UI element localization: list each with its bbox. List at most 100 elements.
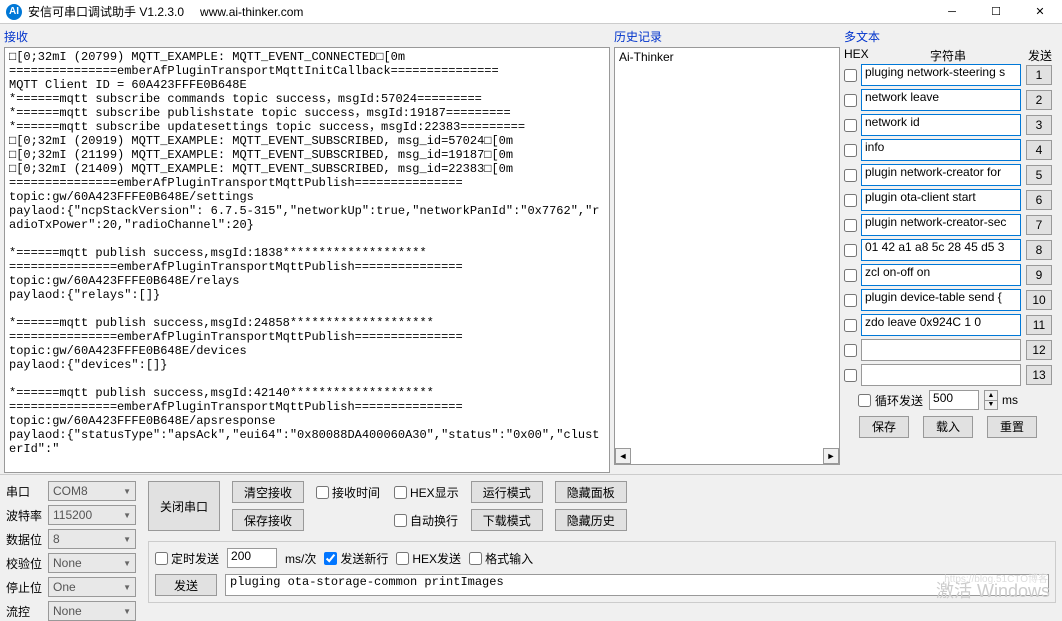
send-newline-checkbox[interactable] bbox=[324, 552, 337, 565]
window-title: 安信可串口调试助手 V1.2.3.0 bbox=[28, 3, 184, 20]
scroll-right-icon[interactable]: ► bbox=[823, 448, 839, 464]
multi-hex-checkbox[interactable] bbox=[844, 144, 857, 157]
hex-header: HEX bbox=[844, 47, 874, 64]
multi-send-button[interactable]: 9 bbox=[1026, 265, 1052, 285]
multi-send-button[interactable]: 5 bbox=[1026, 165, 1052, 185]
multi-text-input[interactable]: network leave bbox=[861, 89, 1021, 111]
close-port-button[interactable]: 关闭串口 bbox=[148, 481, 220, 531]
save-recv-button[interactable]: 保存接收 bbox=[232, 509, 304, 531]
multi-row: plugin ota-client start6 bbox=[844, 189, 1052, 211]
multi-row: 01 42 a1 a8 5c 28 45 d5 38 bbox=[844, 239, 1052, 261]
timed-send-checkbox[interactable] bbox=[155, 552, 168, 565]
send-button[interactable]: 发送 bbox=[155, 574, 217, 596]
reset-button[interactable]: 重置 bbox=[987, 416, 1037, 438]
load-button[interactable]: 载入 bbox=[923, 416, 973, 438]
multi-text-input[interactable]: plugin device-table send { bbox=[861, 289, 1021, 311]
multi-text-input[interactable]: plugin ota-client start bbox=[861, 189, 1021, 211]
multi-hex-checkbox[interactable] bbox=[844, 244, 857, 257]
recv-time-checkbox[interactable] bbox=[316, 486, 329, 499]
databits-select[interactable]: 8▼ bbox=[48, 529, 136, 549]
timed-interval-input[interactable]: 200 bbox=[227, 548, 277, 568]
flow-select[interactable]: None▼ bbox=[48, 601, 136, 621]
multi-send-button[interactable]: 2 bbox=[1026, 90, 1052, 110]
save-button[interactable]: 保存 bbox=[859, 416, 909, 438]
multi-send-button[interactable]: 12 bbox=[1026, 340, 1052, 360]
serial-port-select[interactable]: COM8▼ bbox=[48, 481, 136, 501]
multi-send-button[interactable]: 3 bbox=[1026, 115, 1052, 135]
parity-select[interactable]: None▼ bbox=[48, 553, 136, 573]
multi-text-input[interactable]: plugin network-creator for bbox=[861, 164, 1021, 186]
multi-row: pluging network-steering s1 bbox=[844, 64, 1052, 86]
multi-send-button[interactable]: 7 bbox=[1026, 215, 1052, 235]
loop-send-label: 循环发送 bbox=[875, 392, 923, 409]
multi-text-input[interactable]: zdo leave 0x924C 1 0 bbox=[861, 314, 1021, 336]
multi-row: plugin device-table send {10 bbox=[844, 289, 1052, 311]
hide-history-button[interactable]: 隐藏历史 bbox=[555, 509, 627, 531]
multi-text-input[interactable]: network id bbox=[861, 114, 1021, 136]
download-mode-button[interactable]: 下载模式 bbox=[471, 509, 543, 531]
multi-send-button[interactable]: 11 bbox=[1026, 315, 1052, 335]
send-header: 发送 bbox=[1022, 47, 1052, 64]
multi-send-button[interactable]: 8 bbox=[1026, 240, 1052, 260]
run-mode-button[interactable]: 运行模式 bbox=[471, 481, 543, 503]
multitext-label: 多文本 bbox=[844, 28, 1052, 45]
app-icon: AI bbox=[6, 4, 22, 20]
multi-send-button[interactable]: 1 bbox=[1026, 65, 1052, 85]
loop-send-checkbox[interactable] bbox=[858, 394, 871, 407]
multi-row: network id3 bbox=[844, 114, 1052, 136]
multi-text-input[interactable]: plugin network-creator-sec bbox=[861, 214, 1021, 236]
hex-send-checkbox[interactable] bbox=[396, 552, 409, 565]
auto-wrap-checkbox[interactable] bbox=[394, 514, 407, 527]
multi-text-input[interactable]: info bbox=[861, 139, 1021, 161]
multi-text-input[interactable]: 01 42 a1 a8 5c 28 45 d5 3 bbox=[861, 239, 1021, 261]
clear-recv-button[interactable]: 清空接收 bbox=[232, 481, 304, 503]
multi-row: network leave2 bbox=[844, 89, 1052, 111]
multi-send-button[interactable]: 6 bbox=[1026, 190, 1052, 210]
multi-hex-checkbox[interactable] bbox=[844, 94, 857, 107]
multi-row: info4 bbox=[844, 139, 1052, 161]
multi-text-input[interactable] bbox=[861, 339, 1021, 361]
history-list[interactable]: Ai-Thinker ◄ ► bbox=[614, 47, 840, 465]
multi-send-button[interactable]: 10 bbox=[1026, 290, 1052, 310]
multi-hex-checkbox[interactable] bbox=[844, 69, 857, 82]
maximize-button[interactable]: ☐ bbox=[974, 0, 1018, 24]
multi-hex-checkbox[interactable] bbox=[844, 294, 857, 307]
multi-hex-checkbox[interactable] bbox=[844, 119, 857, 132]
multi-text-input[interactable]: pluging network-steering s bbox=[861, 64, 1021, 86]
close-button[interactable]: ✕ bbox=[1018, 0, 1062, 24]
multi-hex-checkbox[interactable] bbox=[844, 219, 857, 232]
serial-label: 串口 bbox=[6, 483, 48, 500]
multi-text-input[interactable] bbox=[861, 364, 1021, 386]
stopbits-label: 停止位 bbox=[6, 579, 48, 596]
multi-hex-checkbox[interactable] bbox=[844, 194, 857, 207]
multi-hex-checkbox[interactable] bbox=[844, 319, 857, 332]
loop-spinner[interactable]: ▲▼ bbox=[984, 390, 998, 410]
multi-row: plugin network-creator for5 bbox=[844, 164, 1052, 186]
minimize-button[interactable]: ─ bbox=[930, 0, 974, 24]
history-label: 历史记录 bbox=[614, 28, 840, 45]
format-input-checkbox[interactable] bbox=[469, 552, 482, 565]
multi-send-button[interactable]: 13 bbox=[1026, 365, 1052, 385]
baud-select[interactable]: 115200▼ bbox=[48, 505, 136, 525]
stopbits-select[interactable]: One▼ bbox=[48, 577, 136, 597]
multi-row: zcl on-off on9 bbox=[844, 264, 1052, 286]
hex-disp-checkbox[interactable] bbox=[394, 486, 407, 499]
receive-label: 接收 bbox=[4, 28, 610, 45]
parity-label: 校验位 bbox=[6, 555, 48, 572]
multi-row: zdo leave 0x924C 1 011 bbox=[844, 314, 1052, 336]
multi-send-button[interactable]: 4 bbox=[1026, 140, 1052, 160]
multi-hex-checkbox[interactable] bbox=[844, 169, 857, 182]
flow-label: 流控 bbox=[6, 603, 48, 620]
baud-label: 波特率 bbox=[6, 507, 48, 524]
receive-textarea[interactable]: □[0;32mI (20799) MQTT_EXAMPLE: MQTT_EVEN… bbox=[4, 47, 610, 473]
titlebar: AI 安信可串口调试助手 V1.2.3.0 www.ai-thinker.com… bbox=[0, 0, 1062, 24]
multi-text-input[interactable]: zcl on-off on bbox=[861, 264, 1021, 286]
hide-panel-button[interactable]: 隐藏面板 bbox=[555, 481, 627, 503]
history-item[interactable]: Ai-Thinker bbox=[619, 50, 835, 64]
multi-hex-checkbox[interactable] bbox=[844, 369, 857, 382]
send-input[interactable]: pluging ota-storage-common printImages bbox=[225, 574, 1049, 596]
loop-interval-input[interactable]: 500 bbox=[929, 390, 979, 410]
scroll-left-icon[interactable]: ◄ bbox=[615, 448, 631, 464]
multi-hex-checkbox[interactable] bbox=[844, 344, 857, 357]
multi-hex-checkbox[interactable] bbox=[844, 269, 857, 282]
